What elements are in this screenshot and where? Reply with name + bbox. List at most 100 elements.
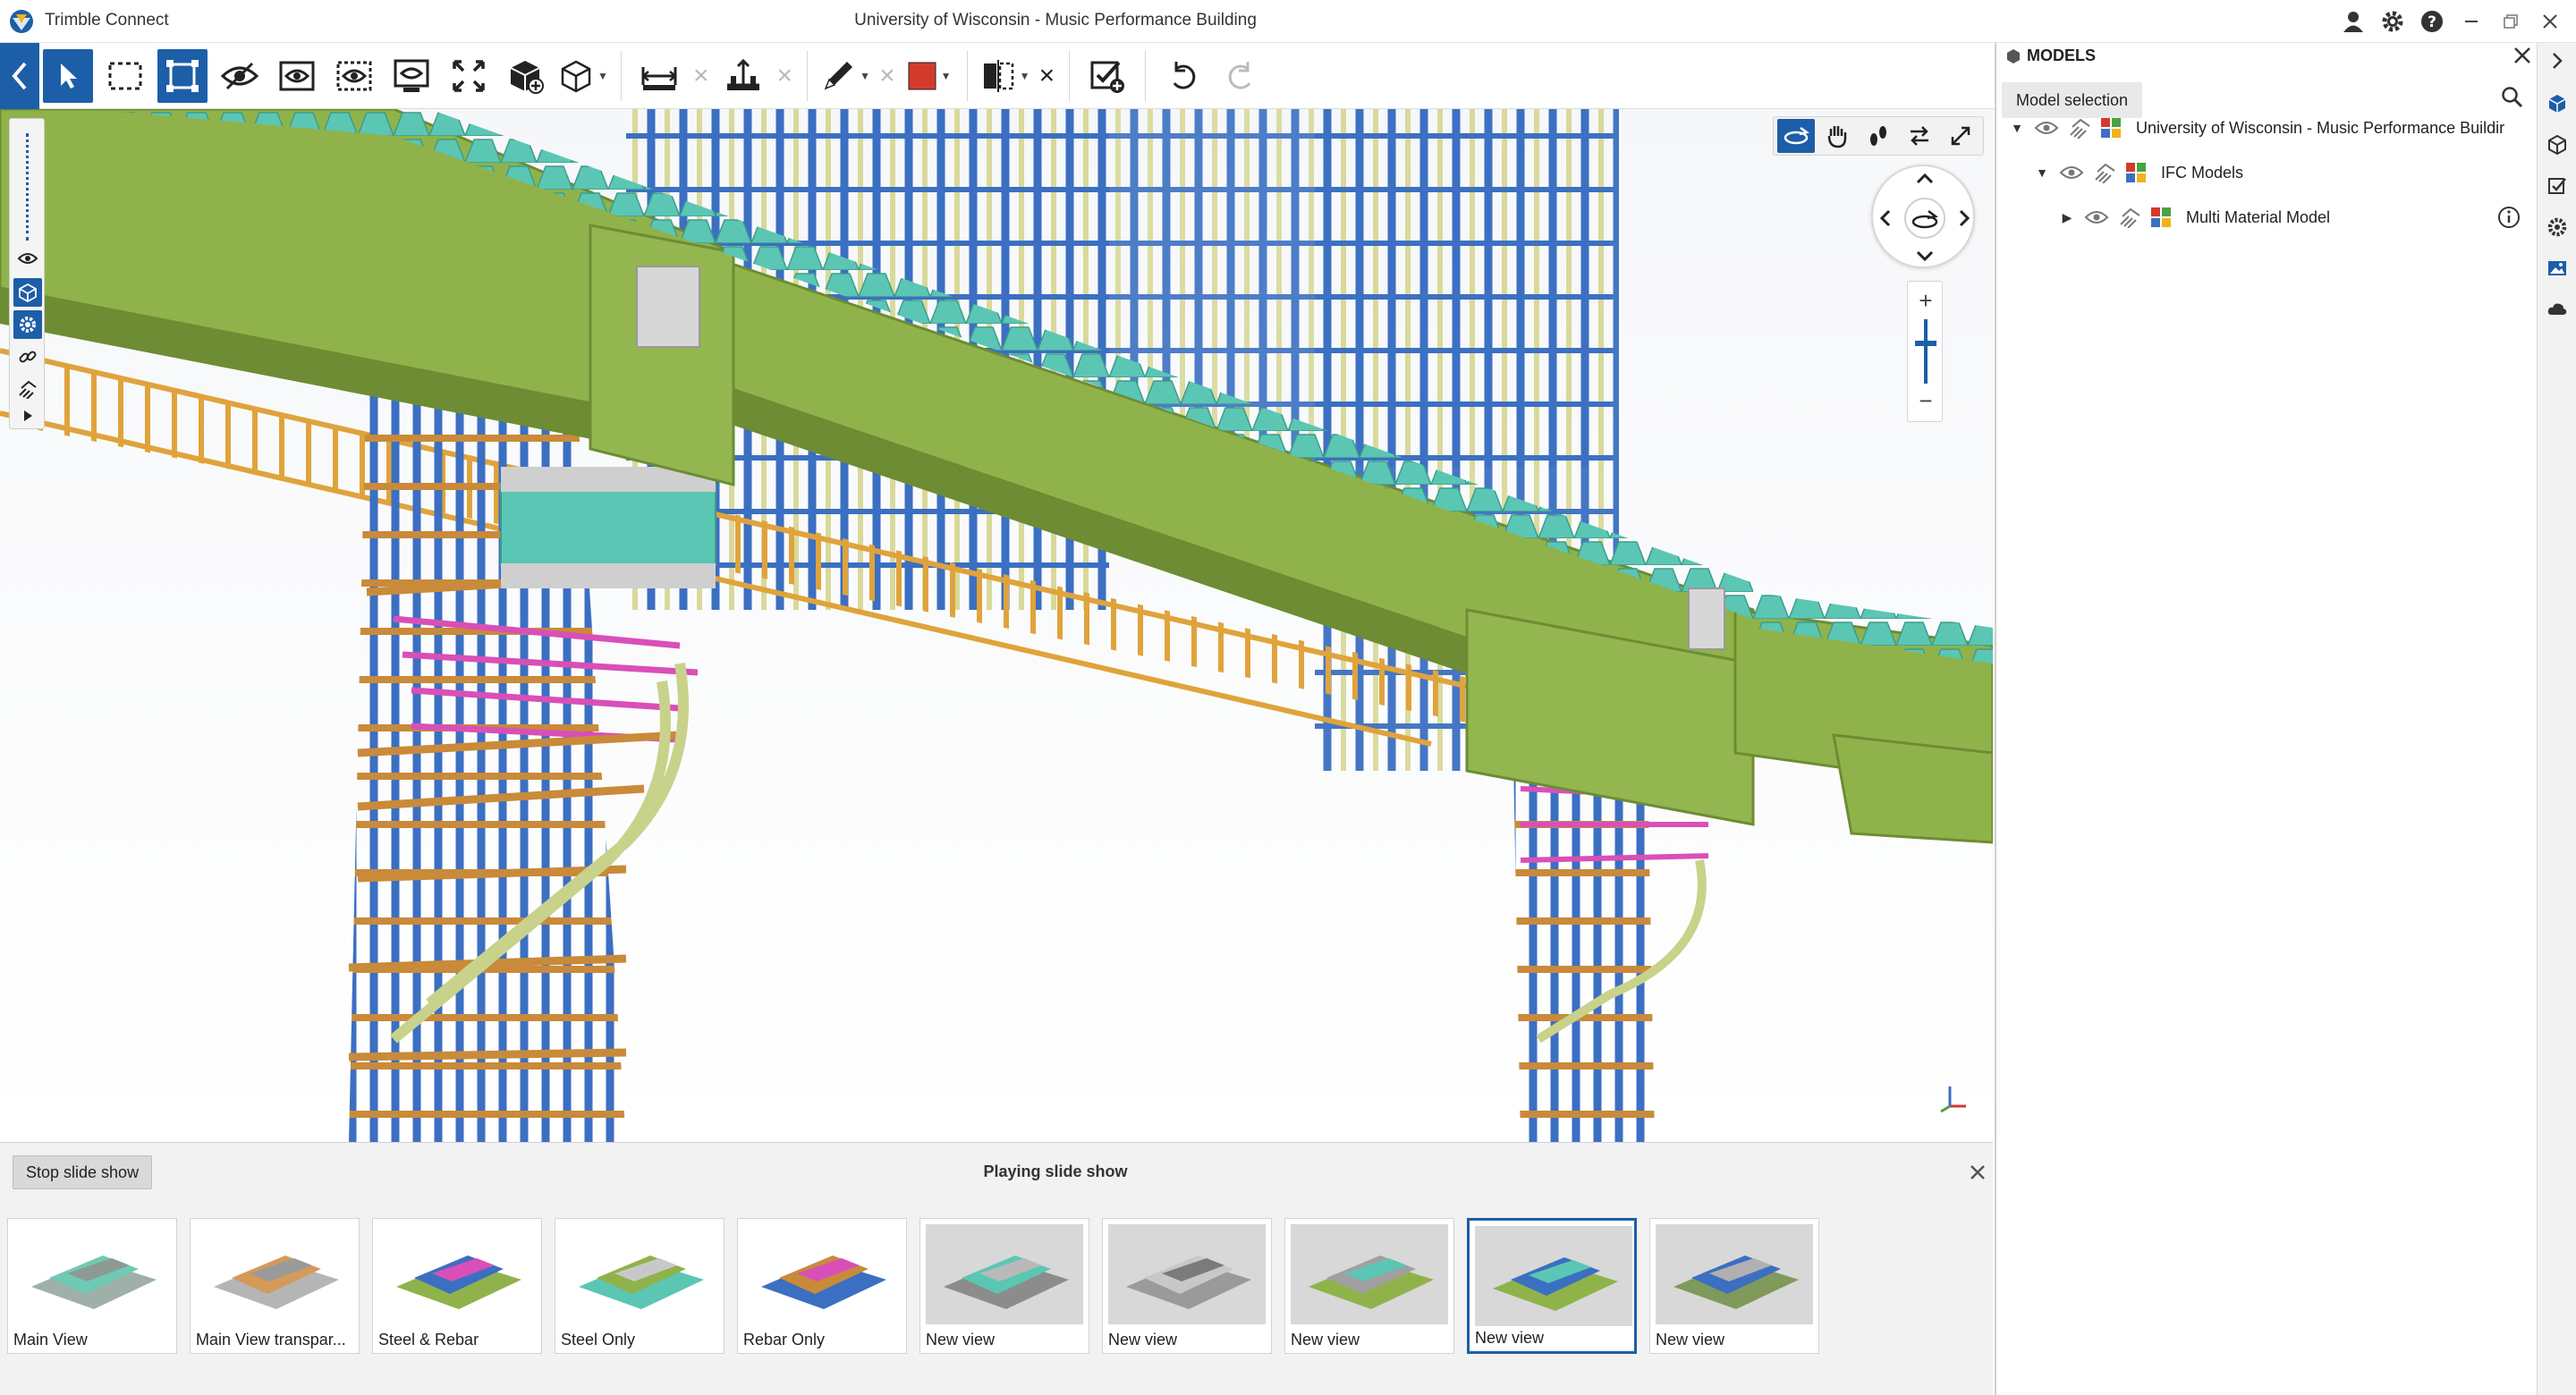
chevron-up-icon[interactable] (1916, 173, 1934, 184)
toolbar-divider (807, 50, 809, 101)
clip-slider[interactable] (26, 133, 30, 241)
models-panel-header: MODELS (1996, 43, 2537, 70)
undo-button[interactable] (1158, 49, 1208, 103)
minimize-icon[interactable] (2454, 5, 2488, 38)
clear-measure-icon[interactable]: × (693, 61, 709, 91)
restore-icon[interactable] (2494, 5, 2528, 38)
3d-viewport[interactable]: + − (0, 109, 1993, 1142)
fit-select-button[interactable] (157, 48, 208, 103)
chevron-down-icon[interactable]: ▼ (1020, 70, 1030, 82)
markup-pen-button[interactable]: ▼ (820, 49, 870, 103)
walk-button[interactable] (1860, 119, 1897, 153)
undo-icon (1173, 61, 1196, 89)
fit-all-button[interactable] (444, 49, 494, 103)
tree-row[interactable]: ▶ Multi Material Model (2059, 202, 2330, 232)
slide-thumbnail[interactable]: Main View (7, 1218, 177, 1354)
girder-end-plate[interactable] (589, 224, 735, 486)
ghost-toggle-icon[interactable] (2093, 162, 2116, 183)
shear-tab[interactable] (636, 266, 700, 348)
chevron-down-icon[interactable] (1916, 250, 1934, 262)
sidebar-item-objects[interactable] (2543, 131, 2572, 159)
sidebar-item-settings[interactable] (2543, 213, 2572, 241)
gear-icon (20, 317, 36, 333)
slide-thumbnail[interactable]: Main View transpar... (190, 1218, 360, 1354)
slide-thumbnail[interactable]: New view (919, 1218, 1089, 1354)
info-icon[interactable] (2497, 206, 2521, 233)
sidebar-item-views[interactable] (2543, 254, 2572, 283)
measure-height-button[interactable] (718, 49, 768, 103)
orbit-button[interactable] (1777, 119, 1815, 153)
collapse-sidebar-button[interactable] (2543, 46, 2572, 75)
close-slideshow-button[interactable] (1966, 1161, 1989, 1184)
properties-tool-button[interactable] (13, 310, 42, 339)
sidebar-item-todo[interactable] (2543, 172, 2572, 200)
slide-thumbnail[interactable]: New view (1467, 1218, 1637, 1354)
section-plane-icon (983, 59, 1013, 92)
model-scene[interactable] (0, 109, 1993, 1142)
gear-icon[interactable] (2376, 5, 2410, 38)
navigation-wheel[interactable] (1871, 165, 1975, 268)
tree-row[interactable]: ▼ IFC Models (2034, 157, 2243, 188)
help-icon[interactable]: ? (2415, 5, 2449, 38)
ghost-button[interactable] (386, 49, 436, 103)
section-plane-button[interactable]: ▼ (980, 49, 1030, 103)
zoom-out-button[interactable]: − (1908, 387, 1944, 415)
zoom-thumb[interactable] (1915, 341, 1936, 346)
color-picker-button[interactable]: ▼ (904, 49, 954, 103)
box-select-button[interactable] (100, 49, 150, 103)
visibility-tool-button[interactable] (13, 244, 42, 273)
clear-section-icon[interactable]: × (1039, 61, 1055, 91)
user-icon[interactable] (2336, 5, 2370, 38)
zoom-track[interactable] (1924, 319, 1928, 384)
clear-height-icon[interactable]: × (777, 61, 793, 91)
swap-button[interactable] (1901, 119, 1938, 153)
zoom-in-button[interactable]: + (1908, 287, 1944, 315)
pan-button[interactable] (1818, 119, 1856, 153)
ghost-toggle-icon[interactable] (2118, 207, 2141, 228)
todo-icon (2548, 178, 2566, 194)
create-todo-button[interactable] (1082, 49, 1132, 103)
chevron-down-icon[interactable]: ▼ (941, 70, 952, 82)
close-window-icon[interactable] (2533, 5, 2567, 38)
eye-icon[interactable] (2059, 164, 2084, 182)
hide-button[interactable] (215, 49, 265, 103)
add-object-button[interactable] (501, 49, 551, 103)
sidebar-item-models[interactable] (2543, 89, 2572, 118)
settings-icon (2547, 217, 2567, 237)
chevron-down-icon[interactable]: ▼ (597, 70, 608, 82)
show-all-button[interactable] (329, 49, 379, 103)
expand-down-icon[interactable]: ▼ (2034, 165, 2050, 180)
slide-thumbnail[interactable]: Steel Only (555, 1218, 724, 1354)
ghost-toggle-icon[interactable] (2068, 117, 2091, 139)
back-button[interactable] (0, 42, 39, 109)
slide-thumbnail[interactable]: Steel & Rebar (372, 1218, 542, 1354)
eye-icon[interactable] (2084, 208, 2109, 226)
expand-down-icon[interactable]: ▼ (2009, 121, 2025, 135)
cube-view-button[interactable]: ▼ (558, 49, 608, 103)
expand-toolbar-button[interactable] (13, 402, 42, 430)
clear-markup-icon[interactable]: × (879, 61, 895, 91)
chevron-down-icon[interactable]: ▼ (860, 70, 870, 82)
sidebar-item-cloud[interactable] (2543, 295, 2572, 324)
expand-right-icon[interactable]: ▶ (2059, 210, 2075, 225)
slide-thumbnail[interactable]: New view (1649, 1218, 1819, 1354)
select-tool-button[interactable] (43, 48, 93, 103)
chevron-right-icon[interactable] (1959, 209, 1970, 227)
bearing-plate-left[interactable] (500, 484, 716, 566)
chevron-left-icon[interactable] (1879, 209, 1891, 227)
isolate-button[interactable] (272, 49, 322, 103)
fullscreen-icon (1951, 126, 1970, 146)
slide-thumbnail[interactable]: Rebar Only (737, 1218, 907, 1354)
slide-thumbnail[interactable]: New view (1284, 1218, 1454, 1354)
search-button[interactable] (2501, 86, 2524, 114)
slide-thumbnail[interactable]: New view (1102, 1218, 1272, 1354)
measure-button[interactable] (634, 49, 684, 103)
redo-button[interactable] (1216, 49, 1266, 103)
object-tool-button[interactable] (13, 278, 42, 307)
eye-icon[interactable] (2034, 119, 2059, 137)
close-panel-button[interactable] (2512, 45, 2533, 71)
tree-row[interactable]: ▼ University of Wisconsin - Music Perform… (2009, 113, 2504, 143)
link-tool-button[interactable] (13, 342, 42, 371)
walk-tool-button[interactable] (13, 375, 42, 403)
fullscreen-button[interactable] (1942, 119, 1979, 153)
